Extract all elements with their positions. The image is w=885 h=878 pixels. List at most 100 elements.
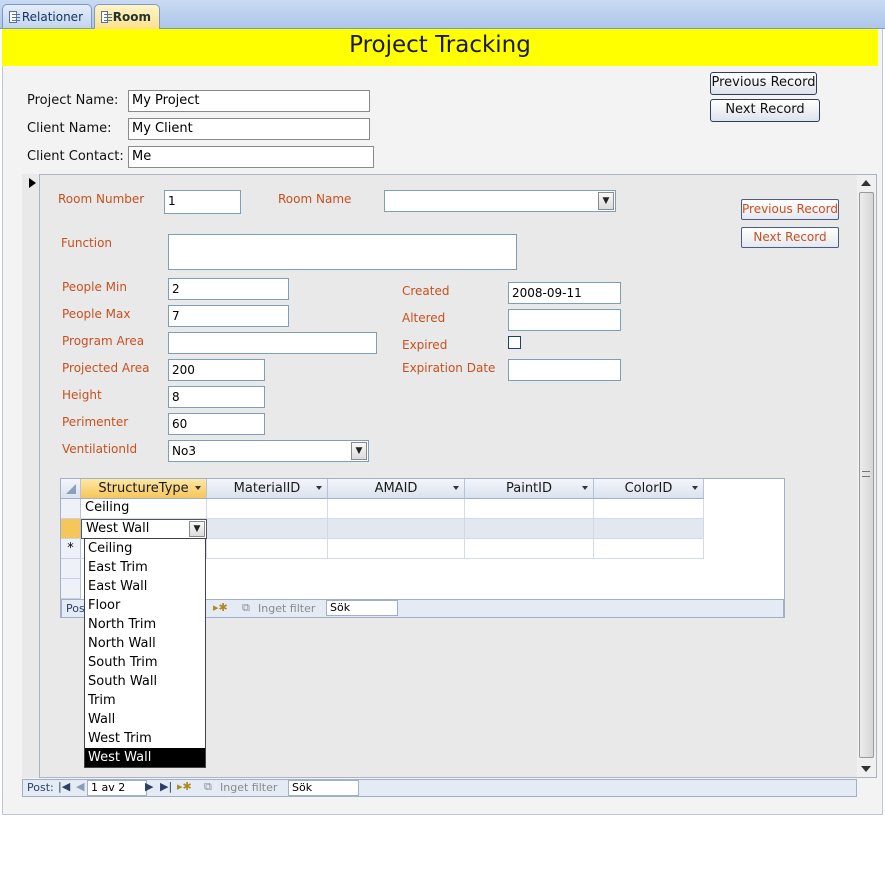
chevron-down-icon[interactable]: ▼ <box>351 442 367 460</box>
people-min-field[interactable]: 2 <box>168 278 289 300</box>
dropdown-option[interactable]: Ceiling <box>85 539 205 558</box>
tab-relationer[interactable]: Relationer <box>2 4 92 28</box>
table-cell[interactable] <box>465 499 594 519</box>
no-filter-button[interactable]: Inget filter <box>220 781 277 794</box>
record-position-input[interactable]: 1 av 2 <box>87 780 147 796</box>
select-all-corner[interactable] <box>61 479 81 499</box>
table-cell[interactable] <box>594 499 704 519</box>
table-cell[interactable] <box>328 499 465 519</box>
table-cell[interactable] <box>207 539 328 559</box>
subform-previous-record-button[interactable]: Previous Record <box>741 199 839 220</box>
current-record-icon <box>29 178 36 188</box>
dropdown-option[interactable]: Wall <box>85 710 205 729</box>
program-area-field[interactable] <box>168 332 377 354</box>
new-row-selector[interactable]: * <box>61 539 81 559</box>
dropdown-option[interactable]: Trim <box>85 691 205 710</box>
height-field[interactable]: 8 <box>168 386 265 408</box>
tab-label: Room <box>112 10 151 24</box>
room-name-combobox[interactable] <box>384 190 616 212</box>
chevron-down-icon[interactable]: ▼ <box>189 521 205 537</box>
column-header-label: StructureType <box>98 481 189 496</box>
row-selector <box>61 579 81 599</box>
column-header-label: AMAID <box>374 481 418 496</box>
column-header-colorid[interactable]: ColorID <box>594 479 704 499</box>
room-number-field[interactable]: 1 <box>164 190 241 214</box>
table-cell[interactable] <box>207 519 328 539</box>
table-cell[interactable]: Ceiling <box>81 499 207 519</box>
column-header-materialid[interactable]: MaterialID <box>207 479 328 499</box>
dropdown-option[interactable]: East Wall <box>85 577 205 596</box>
dropdown-option[interactable]: South Trim <box>85 653 205 672</box>
program-area-label: Program Area <box>62 334 145 348</box>
table-cell[interactable] <box>328 519 465 539</box>
dropdown-option[interactable]: East Trim <box>85 558 205 577</box>
tab-label: Relationer <box>21 9 83 24</box>
expired-checkbox[interactable] <box>508 336 521 349</box>
function-label: Function <box>61 236 113 250</box>
nav-label: Post: <box>27 781 54 794</box>
column-header-paintid[interactable]: PaintID <box>465 479 594 499</box>
client-name-label: Client Name: <box>27 121 112 136</box>
table-cell[interactable] <box>465 539 594 559</box>
expired-label: Expired <box>402 338 448 352</box>
column-header-structuretype[interactable]: StructureType <box>81 479 207 499</box>
no-filter-button[interactable]: Inget filter <box>258 602 315 615</box>
function-field[interactable] <box>168 234 517 270</box>
created-field[interactable]: 2008-09-11 <box>508 282 621 304</box>
last-record-icon[interactable]: ▶| <box>160 780 172 793</box>
projected-area-field[interactable]: 200 <box>168 359 265 381</box>
people-min-label: People Min <box>62 280 127 294</box>
perimeter-field[interactable]: 60 <box>168 413 265 435</box>
altered-field[interactable] <box>508 309 621 331</box>
created-label: Created <box>402 284 450 298</box>
people-max-field[interactable]: 7 <box>168 305 289 327</box>
row-selector[interactable] <box>61 499 81 519</box>
ventilation-label: VentilationId <box>62 442 138 456</box>
dropdown-option[interactable]: North Trim <box>85 615 205 634</box>
table-cell[interactable] <box>465 519 594 539</box>
chevron-down-icon[interactable]: ▼ <box>598 192 614 210</box>
dropdown-option-selected[interactable]: West Wall <box>85 748 205 767</box>
row-selector <box>61 559 81 579</box>
table-cell[interactable] <box>594 539 704 559</box>
column-header-label: MaterialID <box>233 481 301 496</box>
column-header-amaid[interactable]: AMAID <box>328 479 465 499</box>
sort-arrow-icon <box>692 486 698 490</box>
record-selector[interactable] <box>22 174 40 778</box>
column-header-label: PaintID <box>505 481 552 496</box>
table-cell[interactable] <box>328 539 465 559</box>
previous-record-button[interactable]: Previous Record <box>710 72 817 95</box>
previous-record-icon[interactable]: ◀ <box>76 780 84 793</box>
next-record-icon[interactable]: ▶ <box>145 780 153 793</box>
project-name-label: Project Name: <box>27 93 119 108</box>
expiration-date-label: Expiration Date <box>402 361 496 375</box>
table-cell[interactable] <box>207 499 328 519</box>
client-contact-field[interactable]: Me <box>128 146 374 168</box>
dropdown-option[interactable]: Floor <box>85 596 205 615</box>
new-record-nav-icon[interactable]: ▸✱ <box>213 601 228 614</box>
next-record-button[interactable]: Next Record <box>710 99 820 122</box>
projected-area-label: Projected Area <box>62 361 150 375</box>
row-selector[interactable] <box>61 519 81 539</box>
tab-room[interactable]: Room <box>94 4 160 29</box>
new-record-nav-icon[interactable]: ▸✱ <box>177 780 192 793</box>
scroll-up-icon[interactable] <box>861 180 871 186</box>
scroll-down-icon[interactable] <box>861 766 871 772</box>
filter-icon: ⧉ <box>204 780 212 793</box>
table-cell[interactable] <box>594 519 704 539</box>
altered-label: Altered <box>402 311 446 325</box>
table-row: Ceiling <box>81 499 704 519</box>
expiration-date-field[interactable] <box>508 359 621 381</box>
dropdown-option[interactable]: North Wall <box>85 634 205 653</box>
filter-icon: ⧉ <box>242 601 250 614</box>
client-name-field[interactable]: My Client <box>128 118 370 140</box>
ventilation-combobox[interactable]: No3 <box>168 440 369 462</box>
project-name-field[interactable]: My Project <box>128 90 370 112</box>
first-record-icon[interactable]: |◀ <box>58 780 70 793</box>
datasheet-search-input[interactable]: Sök <box>326 600 398 616</box>
record-search-input[interactable]: Sök <box>288 780 359 796</box>
dropdown-option[interactable]: South Wall <box>85 672 205 691</box>
room-name-label: Room Name <box>278 192 352 206</box>
subform-next-record-button[interactable]: Next Record <box>741 227 839 248</box>
dropdown-option[interactable]: West Trim <box>85 729 205 748</box>
